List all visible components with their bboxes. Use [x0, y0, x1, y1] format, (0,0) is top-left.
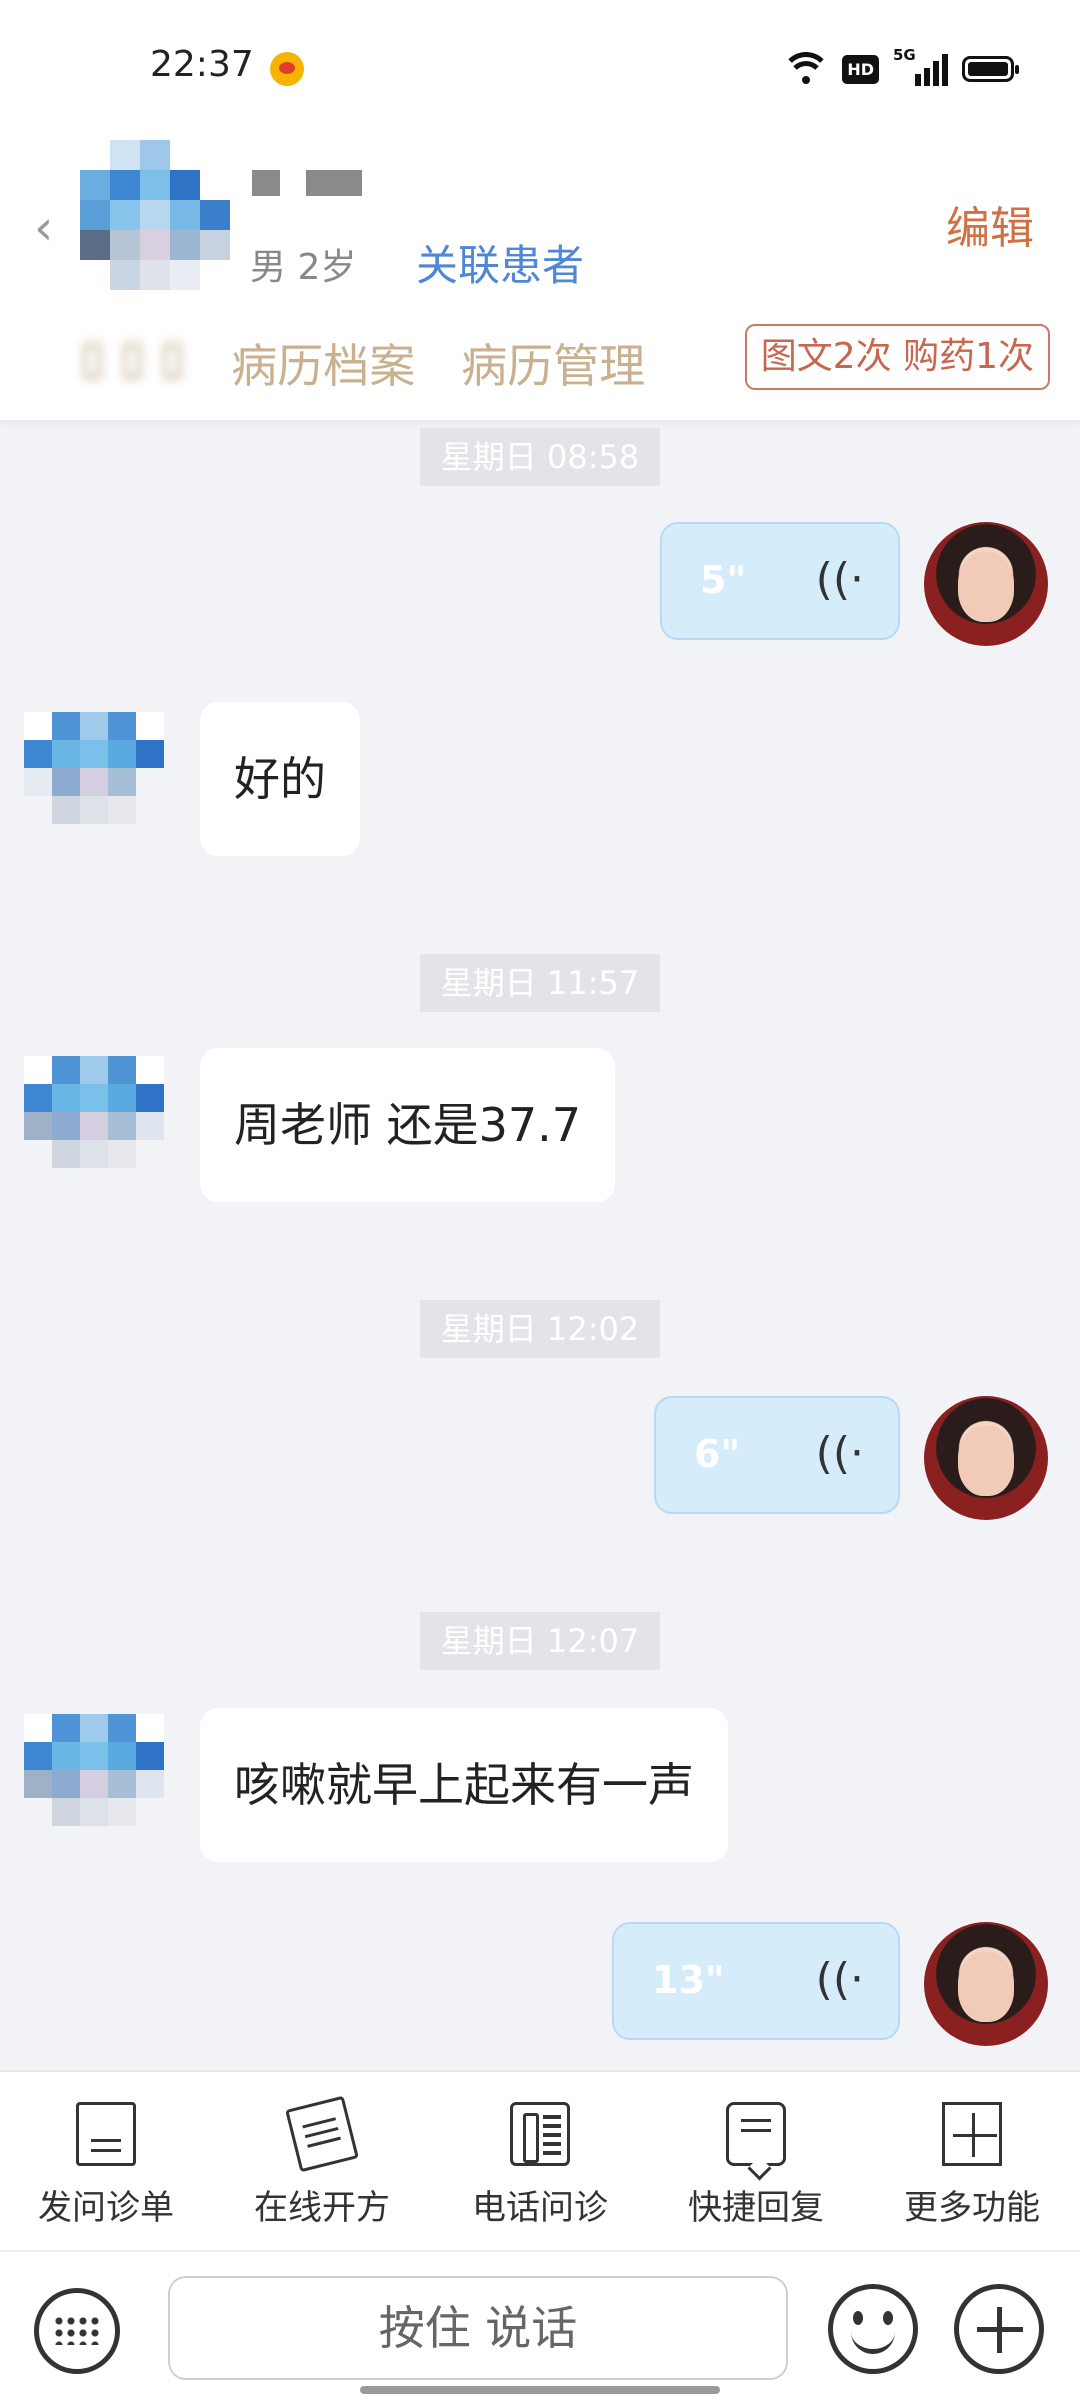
patient-message: 咳嗽就早上起来有一声: [200, 1708, 728, 1862]
doctor-avatar[interactable]: [924, 1396, 1048, 1520]
system-icons: HD 5G: [781, 46, 1019, 86]
tool-label: 发问诊单: [38, 2188, 174, 2228]
telephone-icon: [510, 2102, 570, 2166]
voice-message[interactable]: 13" ((·: [612, 1922, 900, 2040]
prescription-icon: [285, 2095, 359, 2173]
tool-label: 快捷回复: [688, 2188, 824, 2228]
home-indicator[interactable]: [360, 2386, 720, 2394]
timestamp: 星期日 11:57: [420, 954, 660, 1012]
tool-label: 更多功能: [904, 2188, 1040, 2228]
wifi-icon: [781, 52, 832, 86]
action-toolbar: 发问诊单 在线开方 电话问诊 快捷回复 更多功能: [0, 2070, 1080, 2252]
plus-square-icon: [942, 2102, 1002, 2166]
online-prescription-button[interactable]: 在线开方: [222, 2095, 422, 2229]
send-questionnaire-button[interactable]: 发问诊单: [6, 2102, 206, 2229]
hd-icon: HD: [842, 54, 879, 84]
voice-message[interactable]: 6" ((·: [654, 1396, 900, 1514]
network-type: 5G: [893, 46, 916, 64]
voice-wave-icon: ((·: [815, 1954, 864, 2005]
header-tabs: ▯ ▯ ▯ 病历档案 病历管理: [80, 330, 645, 396]
voice-wave-icon: ((·: [815, 1428, 864, 1479]
tool-label: 在线开方: [254, 2188, 390, 2228]
plus-circle-icon[interactable]: [954, 2284, 1044, 2374]
patient-name-redacted: [252, 170, 362, 196]
status-bar: 22:37 HD 5G: [0, 0, 1080, 120]
patient-avatar[interactable]: [24, 1056, 164, 1168]
patient-avatar[interactable]: [24, 1714, 164, 1826]
timestamp: 星期日 12:07: [420, 1612, 660, 1670]
patient-meta: 男 2岁: [250, 247, 357, 288]
timestamp: 星期日 08:58: [420, 428, 660, 486]
voice-duration: 5": [700, 558, 747, 602]
battery-icon: [962, 56, 1019, 82]
more-functions-button[interactable]: 更多功能: [872, 2102, 1072, 2229]
voice-wave-icon: ((·: [815, 554, 864, 605]
signal-icon: 5G: [893, 46, 948, 86]
patient-message: 好的: [200, 702, 360, 856]
patient-header: ‹ 男 2岁 关联患者 编辑 ▯ ▯ ▯ 病历档案 病历管理 图文2次 购药1次: [0, 120, 1080, 420]
tool-label: 电话问诊: [472, 2188, 608, 2228]
phone-consult-button[interactable]: 电话问诊: [440, 2102, 640, 2229]
questionnaire-icon: [76, 2102, 136, 2166]
voice-message[interactable]: 5" ((·: [660, 522, 900, 640]
voice-duration: 6": [694, 1432, 741, 1476]
tab-record-management[interactable]: 病历管理: [461, 330, 645, 396]
tab-redacted[interactable]: ▯ ▯ ▯: [80, 330, 185, 396]
back-arrow-icon[interactable]: ‹: [34, 200, 53, 256]
input-bar: 按住 说话: [0, 2250, 1080, 2402]
clock: 22:37: [150, 44, 254, 85]
usage-badge[interactable]: 图文2次 购药1次: [744, 324, 1050, 390]
quick-reply-icon: [726, 2102, 786, 2166]
patient-message: 周老师 还是37.7: [200, 1048, 616, 1202]
patient-avatar[interactable]: [80, 140, 230, 290]
emoji-icon[interactable]: [828, 2284, 918, 2374]
voice-duration: 13": [652, 1958, 725, 2002]
doctor-avatar[interactable]: [924, 1922, 1048, 2046]
weibo-notification-icon: [270, 52, 304, 86]
patient-avatar[interactable]: [24, 712, 164, 824]
hold-to-talk-button[interactable]: 按住 说话: [168, 2276, 788, 2380]
quick-reply-button[interactable]: 快捷回复: [656, 2102, 856, 2229]
timestamp: 星期日 12:02: [420, 1300, 660, 1358]
link-patient-button[interactable]: 关联患者: [416, 232, 584, 293]
tab-medical-records[interactable]: 病历档案: [231, 330, 415, 396]
edit-button[interactable]: 编辑: [946, 192, 1034, 256]
doctor-avatar[interactable]: [924, 522, 1048, 646]
keyboard-icon[interactable]: [34, 2288, 120, 2374]
